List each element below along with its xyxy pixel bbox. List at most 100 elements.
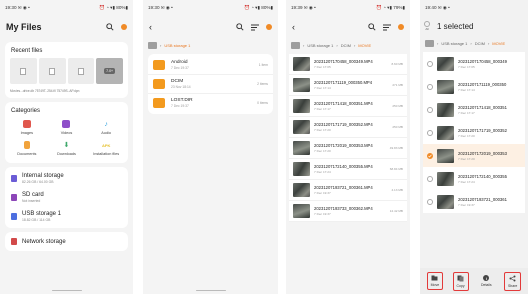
network-storage-card: Network storage (5, 232, 128, 251)
checked-radio-icon[interactable] (427, 152, 433, 159)
sort-icon[interactable] (383, 24, 391, 31)
search-icon[interactable] (106, 23, 114, 31)
breadcrumb-dcim[interactable]: DCIM (475, 41, 485, 46)
category-videos[interactable]: Videos (47, 120, 87, 135)
video-file-row[interactable]: 20231207170458_000349.MP4 7 Dec 17:05 8.6… (289, 54, 407, 75)
file-name: 20231207193733_000362.MP4 (314, 206, 373, 211)
file-date: 7 Dec 17:05 (458, 64, 475, 69)
video-file-row[interactable]: 20231207193721_000361.MP4 7 Dec 19:37 4.1… (289, 180, 407, 201)
folder-row-lost-dir[interactable]: LOST.DIR 7 Dec 19:37 0 items (148, 94, 273, 112)
home-folder-icon[interactable] (291, 41, 300, 49)
category-audio[interactable]: ♪ Audio (86, 120, 126, 136)
unchecked-radio-icon[interactable] (427, 60, 433, 67)
category-label: Audio (101, 131, 112, 135)
selectable-file-list: 20231207170458_000349 7 Dec 17:05 2023120… (423, 52, 525, 213)
video-file-row[interactable]: 20231207171119_000350.MP4 7 Dec 17:14 271… (289, 75, 407, 96)
app-bar: ‹ (143, 16, 278, 38)
category-downloads[interactable]: ⬇ Downloads (47, 141, 87, 156)
storage-sd-card[interactable]: SD card Not inserted (5, 188, 128, 207)
search-icon[interactable] (236, 23, 244, 31)
copy-button[interactable]: Copy (452, 271, 469, 291)
back-arrow-icon[interactable]: ‹ (292, 22, 368, 32)
select-all-toggle[interactable]: All (424, 21, 430, 31)
storage-usage: 82.26 GB / 64.00 GB (22, 180, 54, 184)
folder-row-dcim[interactable]: DCIM 23 Nov 18:14 2 items (148, 75, 273, 94)
storage-usb-1[interactable]: USB storage 1 18.82 GB / 114 GB (5, 207, 128, 226)
folder-list: Android 7 Dec 19:37 1 item DCIM 23 Nov 1… (148, 54, 273, 114)
video-thumbnail (293, 204, 310, 218)
storage-network[interactable]: Network storage (5, 232, 128, 251)
breadcrumb-usb-storage[interactable]: USB storage 1 (307, 43, 333, 48)
file-date: 7 Dec 17:14 (458, 87, 475, 92)
unchecked-radio-icon[interactable] (427, 175, 433, 182)
file-date: 7 Dec 17:20 (458, 156, 475, 161)
selectable-file-row[interactable]: 20231207170458_000349 7 Dec 17:05 (423, 52, 525, 75)
category-installation-files[interactable]: APK Installation files (86, 141, 126, 157)
video-thumbnail (293, 120, 310, 134)
usb-storage-screen: 19:30 ✉ ◉ • ⏰ ◔ ▾▮ 80%▮ ‹ › USB storage … (143, 0, 278, 294)
breadcrumb-usb-storage[interactable]: USB storage 1 (441, 41, 467, 46)
more-options-badge-icon[interactable] (398, 24, 404, 30)
breadcrumb-movie[interactable]: MOVIE (358, 43, 371, 48)
categories-header: Categories (11, 108, 41, 114)
recent-file-tile[interactable] (10, 58, 37, 84)
selectable-file-row[interactable]: 20231207193721_000361 7 Dec 19:37 (423, 190, 525, 213)
move-button[interactable]: Move (426, 272, 444, 290)
selectable-file-row[interactable]: 20231207171719_000352 7 Dec 17:20 (423, 121, 525, 144)
file-date: 7 Dec 19:37 (314, 191, 331, 195)
selectable-file-row[interactable]: 20231207172140_000355 7 Dec 17:24 (423, 167, 525, 190)
folder-date: 7 Dec 19:37 (171, 104, 189, 108)
recent-file-tile[interactable] (38, 58, 66, 84)
file-name: 20231207172140_000355 (458, 173, 507, 179)
video-file-row[interactable]: 20231207193733_000362.MP4 7 Dec 19:37 12.… (289, 201, 407, 222)
file-name: 20231207172019_000353 (458, 150, 507, 156)
video-thumbnail (437, 125, 454, 140)
category-documents[interactable]: Documents (7, 141, 47, 156)
document-icon (20, 62, 27, 80)
recent-file-tile[interactable] (67, 58, 95, 84)
file-name: 20231207193721_000361.MP4 (314, 185, 373, 190)
selected-file-row[interactable]: 20231207172019_000353 7 Dec 17:20 (423, 144, 525, 167)
folder-row-android[interactable]: Android 7 Dec 19:37 1 item (148, 56, 273, 75)
video-file-row[interactable]: 20231207172140_000355.MP4 7 Dec 17:24 68.… (289, 159, 407, 180)
storage-usage: Not inserted (22, 199, 41, 203)
storage-name: USB storage 1 (22, 211, 62, 217)
storage-internal[interactable]: Internal storage 82.26 GB / 64.00 GB (5, 169, 128, 188)
unchecked-radio-icon[interactable] (427, 83, 433, 90)
video-file-row[interactable]: 20231207171418_000351.MP4 7 Dec 17:17 250… (289, 96, 407, 117)
file-name: 20231207171119_000350.MP4 (314, 80, 373, 85)
selectable-file-row[interactable]: 20231207171418_000351 7 Dec 17:17 (423, 98, 525, 121)
settings-badge-icon[interactable] (121, 24, 127, 30)
storage-usage: 18.82 GB / 114 GB (22, 218, 51, 222)
home-folder-icon[interactable] (148, 41, 157, 49)
breadcrumb-dcim[interactable]: DCIM (341, 43, 351, 48)
recent-video-tile[interactable]: 7.0+ (96, 58, 123, 84)
unchecked-radio-icon[interactable] (427, 106, 433, 113)
folder-item-count: 2 items (257, 82, 268, 86)
category-label: Images (20, 131, 34, 135)
video-file-row[interactable]: 20231207171719_000352.MP4 7 Dec 17:20 250… (289, 117, 407, 138)
details-button[interactable]: i Details (478, 273, 495, 289)
more-options-badge-icon[interactable] (266, 24, 272, 30)
category-images[interactable]: Images (7, 120, 47, 135)
music-note-icon: ♪ (104, 120, 108, 128)
status-bar: 19:40 ✉ ◉ • (420, 0, 528, 16)
selectable-file-row[interactable]: 20231207171119_000350 7 Dec 17:14 (423, 75, 525, 98)
select-all-label: All (425, 27, 429, 31)
file-name: 20231207172019_000353.MP4 (314, 143, 373, 148)
share-button[interactable]: Share (503, 271, 522, 291)
search-icon[interactable] (368, 23, 376, 31)
video-thumbnail (293, 57, 310, 71)
file-name: 20231207170458_000349 (458, 58, 507, 64)
selection-count-title: 1 selected (437, 21, 474, 31)
unchecked-radio-icon[interactable] (427, 129, 433, 136)
unchecked-radio-icon[interactable] (427, 198, 433, 205)
sort-icon[interactable] (251, 24, 259, 31)
back-arrow-icon[interactable]: ‹ (149, 22, 236, 32)
breadcrumb-usb-storage[interactable]: USB storage 1 (164, 43, 190, 48)
status-indicators: ⏰ ◔ ▾▮ 79%▮ (376, 5, 405, 10)
video-file-row[interactable]: 20231207172019_000353.MP4 7 Dec 17:20 49.… (289, 138, 407, 159)
movie-folder-screen: 19:39 ✉ ◉ • ⏰ ◔ ▾▮ 79%▮ ‹ › USB storage … (286, 0, 410, 294)
breadcrumb-movie[interactable]: MOVIE (492, 41, 505, 46)
home-folder-icon[interactable] (425, 39, 434, 47)
